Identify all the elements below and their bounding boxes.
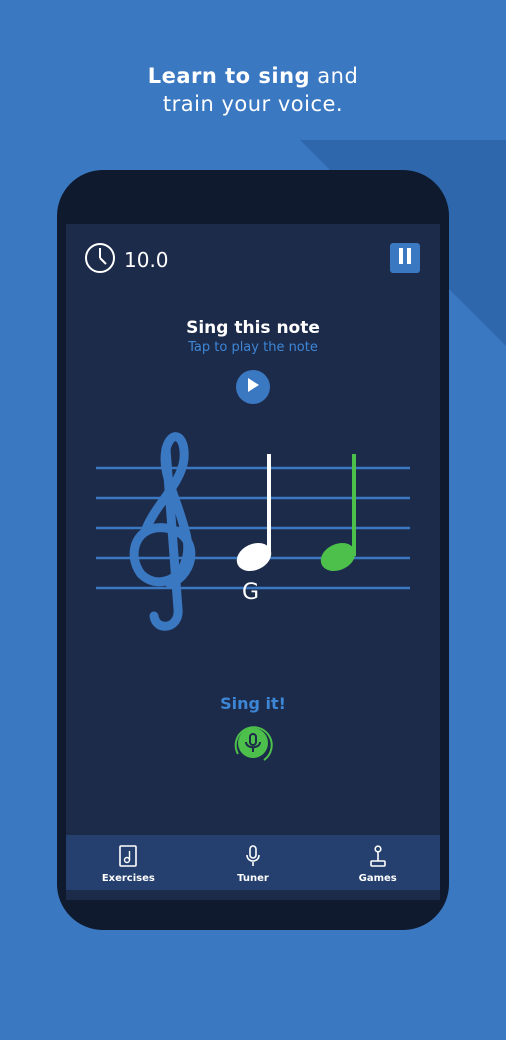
sung-note — [320, 454, 356, 572]
nav-label-tuner: Tuner — [237, 873, 269, 884]
play-note-link[interactable]: Tap to play the note — [66, 340, 440, 355]
play-button[interactable] — [236, 370, 270, 404]
bottom-nav: Exercises Tuner Games — [66, 835, 440, 890]
nav-item-exercises[interactable]: Exercises — [66, 835, 191, 890]
nav-item-games[interactable]: Games — [315, 835, 440, 890]
exercises-icon — [119, 844, 138, 868]
record-button[interactable] — [230, 720, 276, 766]
nav-item-tuner[interactable]: Tuner — [191, 835, 316, 890]
headline: Learn to sing and train your voice. — [0, 62, 506, 118]
microphone-icon — [244, 844, 262, 868]
pause-icon — [397, 247, 413, 269]
headline-bold: Learn to sing — [147, 64, 311, 88]
timer: 10.0 — [84, 242, 169, 278]
app-screen: 10.0 Sing this note Tap to play the note — [66, 224, 440, 900]
note-name: G — [242, 580, 260, 605]
joystick-icon — [369, 844, 387, 868]
headline-rest: and — [317, 64, 359, 88]
pause-button[interactable] — [390, 243, 420, 273]
timer-value: 10.0 — [124, 248, 169, 272]
play-icon — [246, 377, 260, 397]
sing-label: Sing it! — [220, 694, 286, 713]
headline-line2: train your voice. — [162, 92, 344, 116]
clock-icon — [84, 242, 116, 278]
nav-label-games: Games — [358, 873, 397, 884]
reference-note — [236, 454, 272, 572]
prompt-title: Sing this note — [186, 318, 320, 338]
music-staff — [96, 432, 410, 631]
treble-clef-icon — [129, 432, 196, 631]
nav-label-exercises: Exercises — [101, 873, 155, 884]
